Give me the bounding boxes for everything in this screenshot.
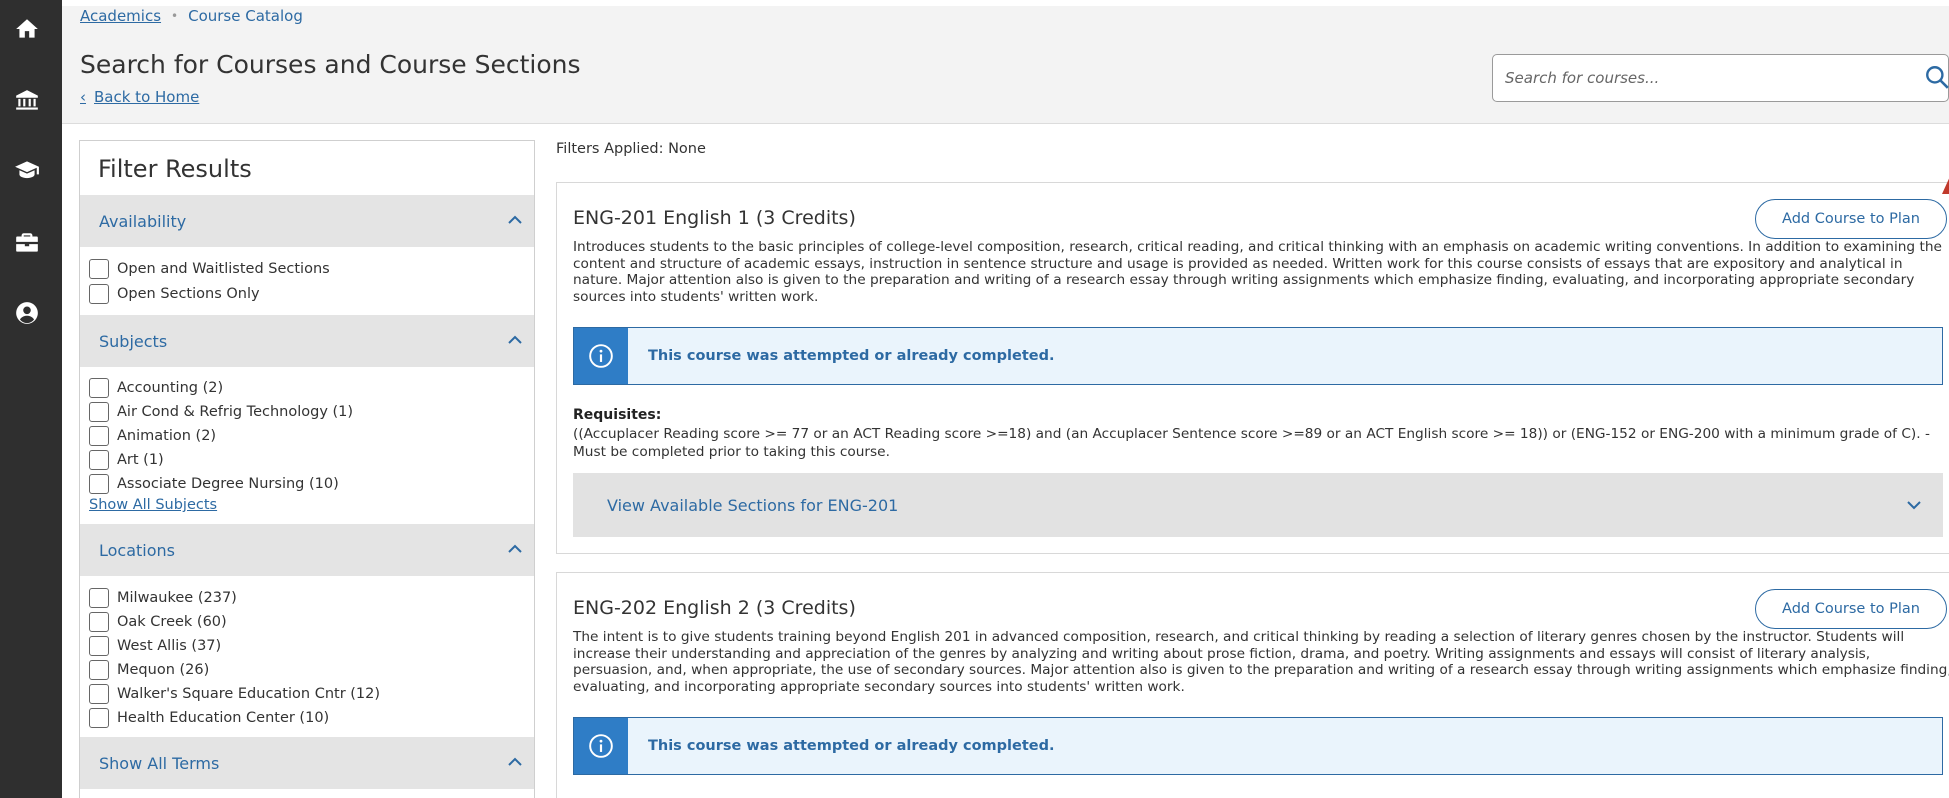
back-link-label: Back to Home [94,88,200,106]
checkbox[interactable] [89,474,109,494]
notice-message: This course was attempted or already com… [648,348,1055,364]
graduation-cap-icon[interactable] [12,155,42,185]
filter-item-label: Open and Waitlisted Sections [117,261,330,277]
filter-item-label: Open Sections Only [117,286,260,302]
filter-checkbox-item[interactable]: Art (1) [89,449,164,471]
breadcrumb: Academics • Course Catalog [80,6,303,26]
availability-facet-header[interactable]: Availability [80,195,534,247]
filter-item-label: Animation (2) [117,428,217,444]
subjects-facet-header[interactable]: Subjects [80,315,534,367]
filter-item-label: Oak Creek (60) [117,614,227,630]
info-icon [574,718,628,774]
checkbox[interactable] [89,588,109,608]
checkbox[interactable] [89,402,109,422]
page-title: Search for Courses and Course Sections [80,50,581,79]
checkbox[interactable] [89,612,109,632]
filters-applied-text: Filters Applied: None [556,141,706,157]
filter-item-label: Health Education Center (10) [117,710,330,726]
checkbox[interactable] [89,378,109,398]
locations-label: Locations [99,540,176,560]
filter-checkbox-item[interactable]: Animation (2) [89,425,216,447]
course-completed-notice: This course was attempted or already com… [573,327,1943,385]
filter-checkbox-item[interactable]: West Allis (37) [89,635,221,657]
chevron-up-icon [504,209,526,231]
filter-results-title: Filter Results [98,155,252,183]
add-course-to-plan-button[interactable]: Add Course to Plan [1755,199,1947,239]
checkbox[interactable] [89,660,109,680]
course-search-box [1492,54,1949,102]
filter-item-label: Milwaukee (237) [117,590,237,606]
filter-item-label: Air Cond & Refrig Technology (1) [117,404,354,420]
checkbox[interactable] [89,684,109,704]
cursor-pointer-icon [1940,172,1949,194]
chevron-down-icon [1903,494,1925,516]
briefcase-icon[interactable] [12,228,42,258]
filter-checkbox-item[interactable]: Air Cond & Refrig Technology (1) [89,401,353,423]
filter-item-label: Walker's Square Education Cntr (12) [117,686,381,702]
chevron-up-icon [504,538,526,560]
filter-results-panel: Filter Results Availability Open and Wai… [79,140,535,798]
back-to-home-link[interactable]: ‹ Back to Home [80,88,199,106]
checkbox[interactable] [89,259,109,279]
breadcrumb-current: Course Catalog [188,7,303,25]
terms-facet-header[interactable]: Show All Terms [80,737,534,789]
page-header: Academics • Course Catalog Search for Co… [62,6,1949,124]
course-description: The intent is to give students training … [573,629,1949,695]
search-icon[interactable] [1924,64,1949,94]
filter-checkbox-item[interactable]: Milwaukee (237) [89,587,237,609]
checkbox[interactable] [89,708,109,728]
chevron-left-icon: ‹ [80,88,86,106]
show-all-subjects-link[interactable]: Show All Subjects [89,497,217,513]
course-card-eng-202: ENG-202 English 2 (3 Credits) Add Course… [556,572,1949,798]
locations-facet-header[interactable]: Locations [80,524,534,576]
requisites-text: ((Accuplacer Reading score >= 77 or an A… [573,426,1930,460]
breadcrumb-academics-link[interactable]: Academics [80,7,161,25]
course-title: ENG-201 English 1 (3 Credits) [573,207,856,229]
course-search-input[interactable] [1505,55,1905,101]
course-description: Introduces students to the basic princip… [573,239,1942,305]
left-nav-sidebar [0,0,62,798]
notice-message: This course was attempted or already com… [648,738,1055,754]
user-profile-icon[interactable] [12,298,42,328]
course-title: ENG-202 English 2 (3 Credits) [573,597,856,619]
course-completed-notice: This course was attempted or already com… [573,717,1943,775]
course-card-eng-201: ENG-201 English 1 (3 Credits) Add Course… [556,182,1949,554]
filter-checkbox-item[interactable]: Walker's Square Education Cntr (12) [89,683,380,705]
add-course-to-plan-button[interactable]: Add Course to Plan [1755,589,1947,629]
terms-label: Show All Terms [99,753,220,773]
checkbox[interactable] [89,284,109,304]
filter-item-label: Associate Degree Nursing (10) [117,476,339,492]
requisites-label: Requisites: [573,407,662,423]
institution-icon[interactable] [12,86,42,116]
filter-checkbox-item[interactable]: Open and Waitlisted Sections [89,258,330,280]
filter-checkbox-item[interactable]: Open Sections Only [89,283,260,305]
checkbox[interactable] [89,450,109,470]
filter-item-label: West Allis (37) [117,638,222,654]
view-available-sections-toggle[interactable]: View Available Sections for ENG-201 [573,473,1943,537]
breadcrumb-separator: • [171,9,179,23]
chevron-up-icon [504,751,526,773]
info-icon [574,328,628,384]
filter-checkbox-item[interactable]: Mequon (26) [89,659,209,681]
chevron-up-icon [504,329,526,351]
availability-label: Availability [99,211,187,231]
home-icon[interactable] [12,14,42,44]
subjects-label: Subjects [99,331,168,351]
filter-checkbox-item[interactable]: Accounting (2) [89,377,223,399]
filter-item-label: Accounting (2) [117,380,224,396]
view-sections-label: View Available Sections for ENG-201 [607,495,899,515]
filter-checkbox-item[interactable]: Oak Creek (60) [89,611,227,633]
filter-checkbox-item[interactable]: Health Education Center (10) [89,707,329,729]
filter-item-label: Mequon (26) [117,662,210,678]
checkbox[interactable] [89,636,109,656]
checkbox[interactable] [89,426,109,446]
filter-checkbox-item[interactable]: Associate Degree Nursing (10) [89,473,339,495]
filter-item-label: Art (1) [117,452,164,468]
